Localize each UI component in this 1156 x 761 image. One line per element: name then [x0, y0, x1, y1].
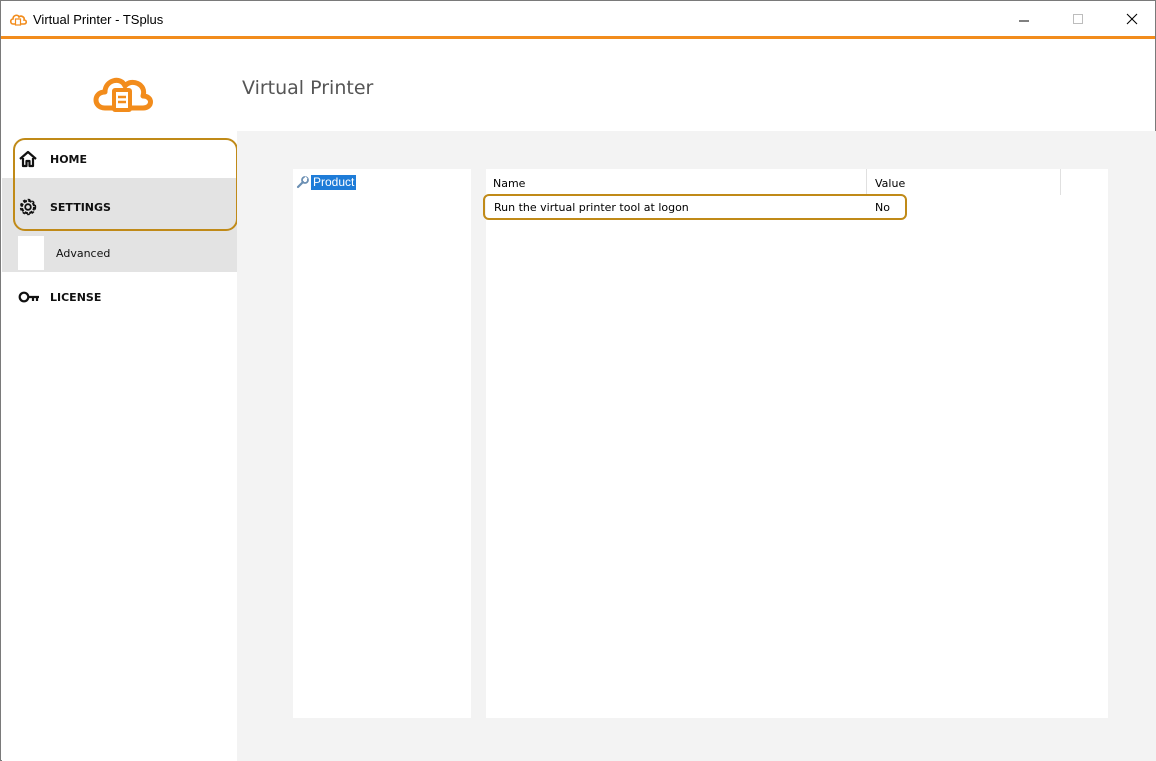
- sidebar-item-label: HOME: [50, 152, 88, 166]
- grid-header: Name Value: [486, 169, 1108, 195]
- column-divider[interactable]: [866, 169, 867, 195]
- sidebar-item-license[interactable]: LICENSE: [2, 284, 237, 310]
- maximize-icon: [1073, 13, 1083, 24]
- app-icon: [9, 12, 28, 28]
- tree-panel[interactable]: Product: [293, 169, 471, 718]
- app-window: Virtual Printer - TSplus HOME SETTINGS A…: [0, 0, 1156, 761]
- sidebar-item-home[interactable]: HOME: [2, 146, 237, 172]
- tree-item-label: Product: [311, 174, 357, 190]
- column-divider[interactable]: [1060, 169, 1061, 195]
- settings-group: SETTINGS Advanced: [2, 178, 237, 272]
- table-row[interactable]: Run the virtual printer tool at logon No: [486, 196, 906, 218]
- window-title: Virtual Printer - TSplus: [33, 12, 164, 27]
- minimize-button[interactable]: [1001, 1, 1047, 36]
- submenu-indent: [18, 236, 44, 270]
- tree-item-product[interactable]: Product: [295, 174, 357, 190]
- sidebar-subitem-advanced[interactable]: Advanced: [44, 236, 237, 270]
- home-icon: [18, 149, 40, 169]
- minimize-icon: [1019, 20, 1029, 21]
- close-icon: [1126, 13, 1138, 24]
- wrench-icon: [295, 175, 311, 189]
- title-bar[interactable]: Virtual Printer - TSplus: [1, 1, 1155, 39]
- sidebar-subitem-label: Advanced: [56, 246, 111, 260]
- maximize-button[interactable]: [1055, 1, 1101, 36]
- property-grid: Name Value Run the virtual printer tool …: [486, 169, 1108, 718]
- cell-name: Run the virtual printer tool at logon: [494, 201, 689, 214]
- close-button[interactable]: [1109, 1, 1155, 36]
- cloud-printer-icon: [87, 68, 157, 118]
- column-header-value[interactable]: Value: [875, 177, 905, 190]
- sidebar: HOME SETTINGS Advanced LICENSE: [2, 42, 237, 761]
- key-icon: [18, 287, 40, 307]
- sidebar-item-label: LICENSE: [50, 290, 102, 304]
- cell-value[interactable]: No: [875, 201, 890, 214]
- page-title: Virtual Printer: [242, 77, 374, 99]
- gear-icon: [18, 197, 40, 217]
- sidebar-item-settings[interactable]: SETTINGS: [2, 178, 237, 236]
- sidebar-item-label: SETTINGS: [50, 200, 111, 214]
- column-header-name[interactable]: Name: [493, 177, 525, 190]
